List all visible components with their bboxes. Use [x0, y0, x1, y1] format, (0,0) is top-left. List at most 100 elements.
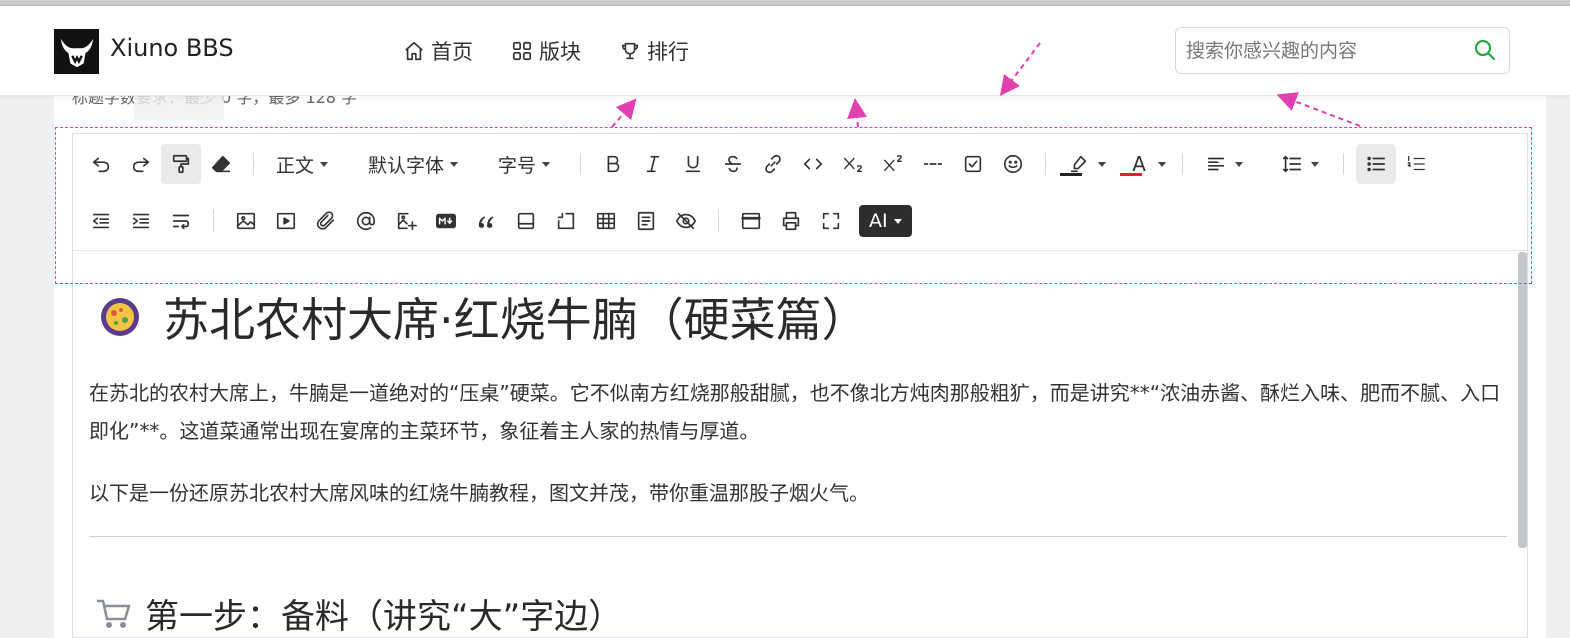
nav-item-forums[interactable]: 版块: [511, 36, 581, 66]
search-icon[interactable]: [1473, 38, 1497, 62]
attachment-button[interactable]: [306, 201, 346, 241]
align-dropdown[interactable]: [1195, 144, 1247, 184]
chevron-down-icon: [1098, 162, 1107, 167]
eye-off-icon: [676, 212, 696, 230]
bold-icon: [607, 155, 620, 173]
search-input[interactable]: [1186, 36, 1456, 66]
chevron-down-icon: [542, 161, 551, 167]
video-icon: [276, 212, 296, 230]
horizontal-rule-button[interactable]: [913, 144, 953, 184]
hidden-content-button[interactable]: [666, 201, 706, 241]
indent-button[interactable]: [121, 201, 161, 241]
chevron-down-icon: [1158, 162, 1167, 167]
smiley-icon: [1003, 154, 1023, 174]
chevron-down-icon: [320, 161, 329, 167]
nav-label-forums: 版块: [539, 40, 581, 64]
top-navbar: Xiuno BBS 首页 版块 排行: [0, 6, 1570, 96]
blockquote-button[interactable]: [466, 201, 506, 241]
fullscreen-button[interactable]: [811, 201, 851, 241]
container-button[interactable]: [546, 201, 586, 241]
paella-pan-icon: [101, 298, 139, 336]
insert-image-button[interactable]: [226, 201, 266, 241]
strikethrough-icon: [724, 155, 742, 173]
superscript-button[interactable]: [873, 144, 913, 184]
home-icon: [405, 41, 423, 61]
numbered-list-button[interactable]: [1396, 144, 1436, 184]
bull-logo-icon: [60, 38, 93, 67]
font-family-dropdown[interactable]: 默认字体: [358, 144, 468, 184]
bullet-list-button[interactable]: [1356, 144, 1397, 184]
align-left-icon: [1207, 157, 1225, 171]
font-size-label: 字号: [498, 154, 537, 177]
editor-content[interactable]: 苏北农村大席·红烧牛腩（硬菜篇） 在苏北的农村大席上，牛腩是一道绝对的“压桌”硬…: [89, 264, 1509, 638]
horizontal-line-icon: [923, 163, 943, 165]
italic-icon: [646, 155, 660, 173]
task-list-button[interactable]: [953, 144, 993, 184]
paragraph-style-label: 正文: [276, 154, 315, 177]
nav-item-home[interactable]: 首页: [403, 36, 473, 66]
format-painter-icon: [172, 154, 190, 174]
shopping-cart-icon: [97, 599, 131, 628]
redo-button[interactable]: [121, 144, 161, 184]
paragraph-style-dropdown[interactable]: 正文: [266, 144, 338, 184]
quote-icon: [478, 216, 494, 228]
underline-button[interactable]: [673, 144, 713, 184]
emoji-button[interactable]: [993, 144, 1033, 184]
toolbar-divider: [213, 210, 214, 232]
paperclip-icon: [316, 211, 335, 230]
brand-name[interactable]: Xiuno BBS: [110, 34, 234, 62]
window-icon: [741, 212, 761, 230]
chevron-down-icon: [450, 161, 459, 167]
printer-icon: [782, 211, 800, 231]
ai-assistant-button[interactable]: AI: [859, 205, 912, 237]
template-button[interactable]: [626, 201, 666, 241]
inline-code-button[interactable]: [793, 144, 833, 184]
undo-button[interactable]: [81, 144, 121, 184]
print-button[interactable]: [771, 201, 811, 241]
ai-label: AI: [869, 210, 888, 232]
link-icon: [765, 154, 781, 174]
font-family-label: 默认字体: [368, 154, 445, 177]
code-block-button[interactable]: [506, 201, 546, 241]
toolbar-divider: [580, 153, 582, 175]
redo-icon: [132, 157, 150, 173]
rich-text-editor: 正文 默认字体 字号 A AI 苏北农村大席·红烧牛腩（硬菜篇） 在苏北的农村大…: [72, 133, 1528, 638]
toolbar-divider: [253, 153, 254, 175]
insert-table-button[interactable]: [586, 201, 626, 241]
image-icon: [236, 212, 256, 230]
chevron-down-icon: [893, 218, 902, 224]
line-wrap-button[interactable]: [161, 201, 201, 241]
bold-button[interactable]: [593, 144, 633, 184]
markdown-button[interactable]: [426, 201, 466, 241]
outdent-button[interactable]: [81, 201, 121, 241]
toolbar-divider: [718, 210, 719, 232]
editor-scrollbar[interactable]: [1518, 252, 1527, 548]
site-logo[interactable]: [54, 29, 99, 74]
highlight-color-swatch: [1060, 173, 1083, 176]
mention-button[interactable]: [346, 201, 386, 241]
insert-video-button[interactable]: [266, 201, 306, 241]
trophy-icon: [621, 42, 639, 60]
highlighter-icon: [1070, 155, 1087, 173]
format-painter-button[interactable]: [161, 144, 201, 184]
nav-item-ranking[interactable]: 排行: [619, 36, 689, 66]
text-color-button[interactable]: A: [1118, 144, 1170, 184]
strikethrough-button[interactable]: [713, 144, 753, 184]
clear-format-button[interactable]: [201, 144, 241, 184]
line-height-dropdown[interactable]: [1271, 144, 1323, 184]
superscript-icon: [884, 155, 902, 172]
underline-icon: [685, 155, 701, 173]
subscript-button[interactable]: [833, 144, 873, 184]
image-edit-button[interactable]: [386, 201, 426, 241]
font-size-dropdown[interactable]: 字号: [488, 144, 560, 184]
indent-icon: [132, 213, 150, 229]
preview-button[interactable]: [731, 201, 771, 241]
frame-icon: [557, 212, 575, 230]
chevron-down-icon: [1235, 162, 1244, 167]
bullet-list-icon: [1367, 156, 1386, 172]
italic-button[interactable]: [633, 144, 673, 184]
chevron-down-icon: [1311, 162, 1320, 167]
link-button[interactable]: [753, 144, 793, 184]
eraser-icon: [211, 155, 231, 173]
highlight-color-button[interactable]: [1058, 144, 1110, 184]
